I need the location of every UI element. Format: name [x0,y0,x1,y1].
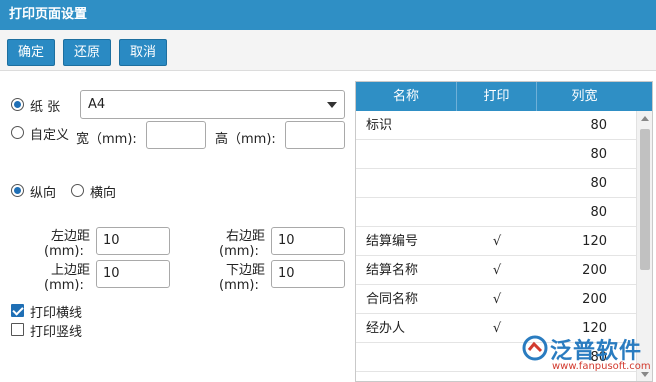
print-horizontal-checkbox[interactable] [11,304,24,317]
cell-width: 80 [590,176,607,191]
paper-radio[interactable] [11,98,24,111]
table-row[interactable]: 标识 80 [356,111,636,140]
cell-print [457,198,537,227]
top-margin-input[interactable]: 10 [96,260,170,288]
window-title: 打印页面设置 [0,0,656,30]
table-row[interactable]: 80 [356,198,636,227]
reset-button[interactable]: 还原 [63,39,111,66]
cell-name: 结算编号 [366,234,419,249]
cell-width: 80 [590,147,607,162]
right-margin-label-line1: 右边距 [225,229,265,244]
grid-header: 名称 打印 列宽 [356,82,652,111]
print-horizontal-label: 打印横线 [30,306,83,321]
cell-print: √ [492,263,502,278]
top-margin-label-line2: (mm): [44,278,84,293]
header-print[interactable]: 打印 [457,82,537,111]
header-name[interactable]: 名称 [356,82,457,111]
landscape-label: 横向 [90,186,117,201]
bottom-margin-label-line2: (mm): [219,278,259,293]
settings-panel: 纸 张 A4 自定义 宽（mm): 高（mm): 纵向 横向 左边距 (mm):… [0,72,354,382]
paper-select[interactable]: A4 [80,90,345,119]
cell-name: 结算名称 [366,263,419,278]
cell-name: 经办人 [366,321,406,336]
left-margin-label: 左边距 (mm): [30,229,90,259]
toolbar: 确定 还原 取消 [0,30,656,71]
cancel-button[interactable]: 取消 [119,39,167,66]
cell-name [366,343,456,372]
ok-button[interactable]: 确定 [7,39,55,66]
brand-url: www.fanpusoft.com [552,361,651,372]
height-label: 高（mm): [215,132,276,147]
right-margin-label-line2: (mm): [219,244,259,259]
table-row[interactable]: 80 [356,169,636,198]
left-margin-label-line2: (mm): [44,244,84,259]
chevron-down-icon [327,102,337,108]
cell-width: 200 [582,292,607,307]
brand-logo-icon [522,335,548,361]
width-input[interactable] [146,121,206,149]
paper-label: 纸 张 [30,100,61,115]
right-margin-label: 右边距 (mm): [205,229,265,259]
table-row[interactable]: 合同名称 √ 200 [356,285,636,314]
cell-name [366,169,456,198]
table-row[interactable]: 80 [356,140,636,169]
cell-print [457,111,537,140]
custom-radio[interactable] [11,126,24,139]
table-row[interactable]: 结算名称 √ 200 [356,256,636,285]
cell-width: 120 [582,234,607,249]
cell-print [457,140,537,169]
cell-print: √ [492,234,502,249]
print-vertical-checkbox[interactable] [11,323,24,336]
cell-name: 合同名称 [366,292,419,307]
bottom-margin-input[interactable]: 10 [271,260,345,288]
custom-label: 自定义 [30,128,70,143]
right-margin-input[interactable]: 10 [271,227,345,255]
print-vertical-label: 打印竖线 [30,325,83,340]
brand-watermark: 泛普软件 www.fanpusoft.com [522,331,654,379]
cell-name: 标识 [366,118,393,133]
header-width[interactable]: 列宽 [537,82,632,111]
bottom-margin-label-line1: 下边距 [225,263,265,278]
paper-select-value: A4 [88,97,106,112]
left-margin-label-line1: 左边距 [50,229,90,244]
width-label: 宽（mm): [76,132,137,147]
cell-width: 200 [582,263,607,278]
landscape-radio[interactable] [71,184,84,197]
top-margin-label-line1: 上边距 [50,263,90,278]
scrollbar-thumb[interactable] [640,129,650,270]
table-row[interactable]: 结算编号 √ 120 [356,227,636,256]
top-margin-label: 上边距 (mm): [30,263,90,293]
bottom-margin-label: 下边距 (mm): [205,263,265,293]
cell-name [366,140,456,169]
cell-name [366,198,456,227]
portrait-radio[interactable] [11,184,24,197]
cell-print [457,169,537,198]
cell-print: √ [492,292,502,307]
cell-width: 80 [590,118,607,133]
cell-width: 80 [590,205,607,220]
portrait-label: 纵向 [30,186,57,201]
scroll-up-icon[interactable] [641,116,649,121]
left-margin-input[interactable]: 10 [96,227,170,255]
height-input[interactable] [285,121,345,149]
